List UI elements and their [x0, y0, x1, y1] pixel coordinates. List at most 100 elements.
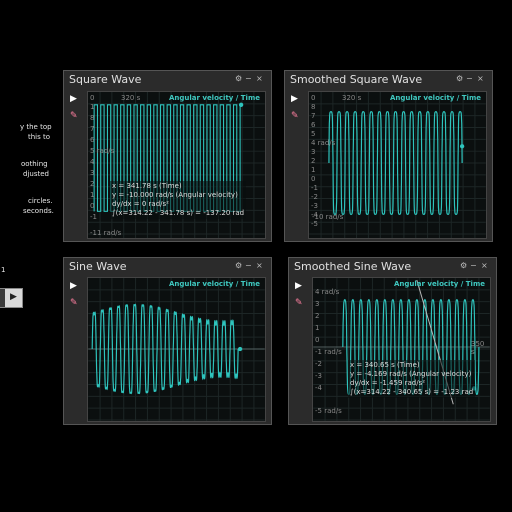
close-icon[interactable]: × [477, 74, 484, 83]
plot-header: Angular velocity / Time [168, 280, 260, 288]
side-text-2: this to [28, 133, 51, 141]
readout-integral: ∫(x=314.22 - 341.78 s) = -137.20 rad [112, 209, 245, 217]
y-label: -1 rad/s [315, 348, 342, 356]
plot-header: Angular velocity / Time [389, 94, 481, 102]
y-label: 6 [311, 121, 316, 129]
cursor-dot [237, 346, 243, 352]
y-label: 8 [311, 103, 316, 111]
gear-icon[interactable]: ⚙ [235, 74, 242, 83]
side-text-4: djusted [23, 170, 49, 178]
play-icon[interactable]: ▶ [70, 281, 77, 291]
play-icon[interactable]: ▶ [70, 94, 77, 104]
close-icon[interactable]: × [256, 74, 263, 83]
y-label: 8 [90, 114, 95, 122]
y-label: 4 rad/s [311, 139, 336, 147]
side-text-3: oothing [21, 160, 48, 168]
square-wave-titlebar[interactable]: Square Wave ⚙ − × [64, 71, 271, 88]
minimize-icon[interactable]: − [245, 74, 252, 83]
side-text-1: y the top [20, 123, 52, 131]
y-label: -2 [315, 360, 322, 368]
y-label: 3 [90, 169, 95, 177]
y-label: -5 [311, 220, 318, 228]
y-label: 0 [90, 202, 95, 210]
readout-x: x = 341.78 s (Time) [112, 182, 182, 190]
play-icon[interactable]: ▶ [295, 281, 302, 291]
chevron-right-icon: ▶ [10, 292, 17, 302]
gear-icon[interactable]: ⚙ [460, 261, 467, 270]
x-tick-label: 0 [90, 94, 95, 102]
minimize-icon[interactable]: − [470, 261, 477, 270]
side-stepper-button[interactable]: ▶ [0, 288, 23, 308]
window-title: Square Wave [69, 73, 142, 86]
close-icon[interactable]: × [481, 261, 488, 270]
sine-wave-window[interactable]: Sine Wave ⚙ − × ▶ ✎ Angular velocity / T… [63, 257, 272, 425]
y-label: 2 [315, 312, 320, 320]
side-number: 1 [1, 266, 6, 274]
y-label: 1 [315, 324, 320, 332]
pen-icon[interactable]: ✎ [295, 298, 303, 308]
plot-header: Angular velocity / Time [168, 94, 260, 102]
y-label: -10 rad/s [312, 213, 344, 221]
y-label: 4 rad/s [315, 288, 340, 296]
y-label: 1 [311, 166, 316, 174]
close-icon[interactable]: × [256, 261, 263, 270]
window-title: Sine Wave [69, 260, 127, 273]
cursor-readout: x = 341.78 s (Time) y = -10.000 rad/s (A… [110, 181, 247, 219]
readout-slope: dy/dx = 0 rad/s² [112, 200, 169, 208]
cursor-dot [459, 144, 465, 149]
sine-wave-plot[interactable]: Angular velocity / Time [87, 277, 266, 422]
y-label: 1 [90, 191, 95, 199]
pen-icon[interactable]: ✎ [291, 111, 299, 121]
readout-x: x = 340.65 s (Time) [350, 361, 420, 369]
y-label: 2 [90, 180, 95, 188]
gear-icon[interactable]: ⚙ [235, 261, 242, 270]
y-label: 6 [90, 136, 95, 144]
side-text-6: seconds. [23, 207, 54, 215]
y-label: -11 rad/s [90, 229, 122, 237]
cursor-readout: x = 340.65 s (Time) y = -4.169 rad/s (An… [348, 360, 476, 398]
y-label: 2 [311, 157, 316, 165]
smoothed-square-wave-titlebar[interactable]: Smoothed Square Wave ⚙ − × [285, 71, 492, 88]
smoothed-sine-wave-plot[interactable]: Angular velocity / Time 4 rad/s 3 2 1 0 … [312, 277, 491, 422]
x-tick-label: 0 [311, 94, 316, 102]
x-tick-label: 320 s [121, 94, 141, 102]
side-text-5: circles. [28, 197, 53, 205]
smoothed-sine-wave-titlebar[interactable]: Smoothed Sine Wave ⚙ − × [289, 258, 496, 275]
y-label: 3 [315, 300, 320, 308]
sine-wave-titlebar[interactable]: Sine Wave ⚙ − × [64, 258, 271, 275]
y-label: 7 [90, 125, 95, 133]
y-label: 0 [315, 336, 320, 344]
y-label: -2 [311, 193, 318, 201]
y-label: 5 rad/s [90, 147, 115, 155]
square-wave-window[interactable]: Square Wave ⚙ − × ▶ ✎ 0 320 s Angular ve… [63, 70, 272, 242]
gear-icon[interactable]: ⚙ [456, 74, 463, 83]
readout-y: y = -4.169 rad/s (Angular velocity) [350, 370, 472, 378]
smoothed-sine-wave-window[interactable]: Smoothed Sine Wave ⚙ − × ▶ ✎ Angular vel… [288, 257, 497, 425]
square-wave-plot[interactable]: 0 320 s Angular velocity / Time 1 8 7 6 … [87, 91, 266, 239]
y-label: -1 [90, 213, 97, 221]
pen-icon[interactable]: ✎ [70, 111, 78, 121]
play-icon[interactable]: ▶ [291, 94, 298, 104]
x-tick-label: 350 s [471, 340, 485, 356]
cursor-dot [238, 102, 244, 107]
y-label: -5 rad/s [315, 407, 342, 415]
y-label: -1 [311, 184, 318, 192]
y-label: 5 [311, 130, 316, 138]
readout-integral: ∫(x=314.22 - 340.65 s) = -1.23 rad [350, 388, 474, 396]
y-label: 3 [311, 148, 316, 156]
sine-wave-graph [88, 278, 265, 421]
minimize-icon[interactable]: − [466, 74, 473, 83]
smoothed-square-wave-window[interactable]: Smoothed Square Wave ⚙ − × ▶ ✎ 0 320 s A… [284, 70, 493, 242]
pen-icon[interactable]: ✎ [70, 298, 78, 308]
y-label: 7 [311, 112, 316, 120]
readout-slope: dy/dx = -1.459 rad/s² [350, 379, 426, 387]
readout-y: y = -10.000 rad/s (Angular velocity) [112, 191, 238, 199]
minimize-icon[interactable]: − [245, 261, 252, 270]
y-label: 4 [90, 158, 95, 166]
y-label: -3 [315, 372, 322, 380]
smoothed-square-wave-plot[interactable]: 0 320 s Angular velocity / Time 8 7 6 5 … [308, 91, 487, 239]
y-label: -3 [311, 202, 318, 210]
y-label: 1 [90, 103, 95, 111]
y-label: -4 [315, 384, 322, 392]
plot-header: Angular velocity / Time [393, 280, 485, 288]
